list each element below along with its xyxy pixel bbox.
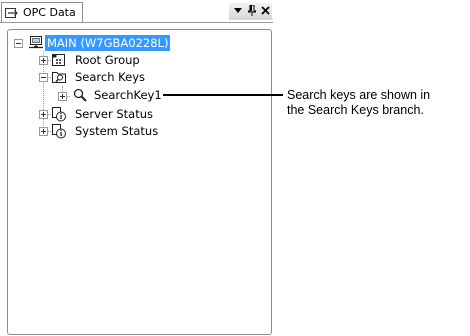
- search-folder-icon: [52, 72, 66, 83]
- callout-text: Search keys are shown in the Search Keys…: [287, 88, 467, 118]
- callout-line1: Search keys are shown in: [287, 88, 431, 102]
- close-icon: [260, 6, 270, 15]
- collapse-search-keys-toggle[interactable]: [39, 73, 48, 82]
- callout-line2: the Search Keys branch.: [287, 103, 424, 117]
- expand-system-status-toggle[interactable]: [39, 127, 48, 136]
- expand-root-group-toggle[interactable]: [39, 56, 48, 65]
- status-info-icon: [52, 107, 66, 122]
- tab-label: OPC Data: [23, 6, 76, 19]
- pin-icon: [248, 5, 256, 16]
- pin-button[interactable]: [246, 3, 258, 18]
- expand-server-status-toggle[interactable]: [39, 110, 48, 119]
- computer-icon: [29, 36, 43, 49]
- dropdown-button[interactable]: [232, 3, 244, 18]
- dropdown-icon: [234, 8, 242, 13]
- tree-item-main[interactable]: MAIN (W7GBA0228L): [45, 35, 171, 51]
- collapse-root-toggle[interactable]: [14, 39, 23, 48]
- tree-item-server-status[interactable]: Server Status: [75, 106, 153, 122]
- tree-item-root-group[interactable]: Root Group: [75, 52, 140, 68]
- close-button[interactable]: [259, 3, 271, 18]
- magnifier-icon: [73, 88, 87, 102]
- opc-tree-view[interactable]: MAIN (W7GBA0228L) Root Group Search Keys…: [7, 29, 272, 335]
- tab-opc-data[interactable]: OPC Data: [1, 2, 83, 22]
- expand-searchkey1-toggle[interactable]: [58, 92, 67, 101]
- panel-header: OPC Data: [0, 0, 273, 23]
- callout-line: [163, 94, 283, 96]
- tree-item-system-status[interactable]: System Status: [75, 123, 158, 139]
- opc-data-icon: [5, 7, 18, 18]
- status-info-icon: [52, 124, 66, 139]
- tree-item-search-keys[interactable]: Search Keys: [75, 69, 145, 85]
- tree: MAIN (W7GBA0228L) Root Group Search Keys…: [8, 30, 271, 334]
- tree-item-searchkey1[interactable]: SearchKey1: [94, 87, 162, 103]
- group-icon: [52, 54, 65, 66]
